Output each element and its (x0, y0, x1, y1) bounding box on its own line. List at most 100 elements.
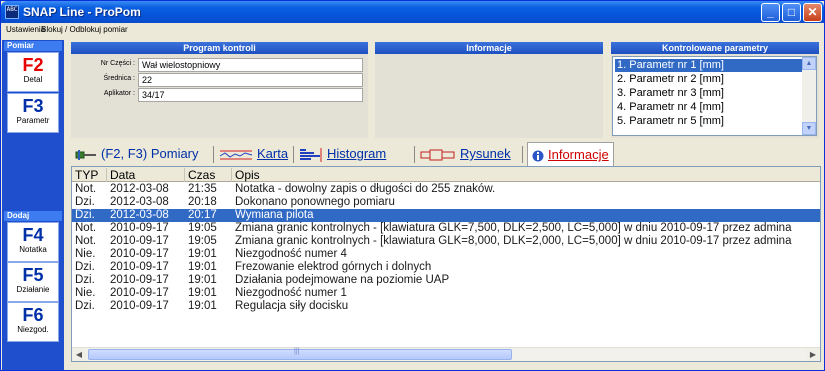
cell-opis: Wymiana pilota (235, 209, 314, 221)
title-bar[interactable]: ABC SNAP Line - ProPom _ □ ✕ (1, 1, 824, 23)
tab-histogram[interactable]: Histogram (299, 142, 386, 166)
tab-divider (293, 146, 294, 163)
table-header: TYP Data Czas Opis (72, 167, 820, 182)
params-scrollbar[interactable]: ▲ ▼ (802, 57, 816, 135)
f4-notatka-button[interactable]: F4 Notatka (7, 222, 59, 262)
cell-typ: Nie. (75, 248, 96, 260)
cell-data: 2012-03-08 (110, 196, 169, 208)
close-button[interactable]: ✕ (803, 3, 822, 22)
scroll-grip: ||| (294, 348, 300, 355)
scrollbar-thumb[interactable]: ||| (88, 348, 512, 360)
tab-informacje[interactable]: Informacje (527, 142, 614, 166)
cell-data: 2010-09-17 (110, 248, 169, 260)
scroll-down-icon[interactable]: ▼ (802, 122, 816, 135)
minimize-button[interactable]: _ (761, 3, 780, 22)
cell-typ: Dzi. (75, 261, 95, 273)
histogram-icon (300, 147, 322, 162)
tab-pomiary[interactable]: (F2, F3) Pomiary (75, 142, 199, 166)
column-header-czas[interactable]: Czas (185, 168, 232, 182)
f2-caption: Detal (23, 75, 43, 84)
cell-typ: Dzi. (75, 274, 95, 286)
column-header-typ[interactable]: TYP (72, 168, 107, 182)
params-listbox[interactable]: 1. Parametr nr 1 [mm] 2. Parametr nr 2 [… (612, 56, 817, 136)
param-item[interactable]: 4. Parametr nr 4 [mm] (615, 101, 803, 114)
left-sidebar: Pomiar F2 Detal F3 Parametr Dodaj F4 Not… (2, 40, 64, 370)
cell-czas: 19:01 (188, 287, 217, 299)
field-nr-czesci: Nr Części : Wał wielostopniowy (71, 58, 368, 72)
table-row[interactable]: Not. 2012-03-08 21:35 Notatka - dowolny zap… (72, 183, 820, 196)
params-panel-title: Kontrolowane parametry (611, 42, 819, 54)
f6-key-label: F6 (22, 305, 44, 325)
param-item[interactable]: 2. Parametr nr 2 [mm] (615, 73, 803, 86)
tab-informacje-label: Informacje (548, 147, 609, 162)
cell-czas: 19:01 (188, 261, 217, 273)
table-row[interactable]: Not. 2010-09-17 19:05 Zmiana granic kontrol… (72, 235, 820, 248)
field-srednica: Średnica : 22 (71, 73, 368, 87)
f4-key-label: F4 (22, 225, 44, 245)
table-row[interactable]: Not. 2010-09-17 19:05 Zmiana granic kontrol… (72, 222, 820, 235)
srednica-input[interactable]: 22 (138, 73, 363, 87)
cell-czas: 19:01 (188, 248, 217, 260)
events-table: TYP Data Czas Opis Not. 2012-03-08 21:35 No… (71, 166, 821, 362)
table-row[interactable]: Dzi. 2012-03-08 20:17 Wymiana pilota (72, 209, 820, 222)
f2-detal-button[interactable]: F2 Detal (7, 52, 59, 92)
window-title: SNAP Line - ProPom (23, 5, 141, 19)
app-window: ABC SNAP Line - ProPom _ □ ✕ Ustawienia … (0, 0, 825, 371)
field-aplikator: Aplikator : 34/17 (71, 88, 368, 102)
cell-data: 2010-09-17 (110, 287, 169, 299)
horizontal-scrollbar[interactable]: ◀ ||| ▶ (72, 347, 820, 361)
param-item[interactable]: 1. Parametr nr 1 [mm] (615, 59, 803, 72)
table-row[interactable]: Dzi. 2012-03-08 20:18 Dokonano ponownego po… (72, 196, 820, 209)
cell-typ: Dzi. (75, 196, 95, 208)
cell-data: 2010-09-17 (110, 300, 169, 312)
control-chart-icon (219, 150, 253, 160)
srednica-label: Średnica : (103, 75, 135, 82)
scroll-right-icon[interactable]: ▶ (806, 348, 820, 361)
nr-czesci-input[interactable]: Wał wielostopniowy (138, 58, 363, 72)
cell-opis: Działania podejmowane na poziomie UAP (235, 274, 450, 286)
cell-typ: Not. (75, 222, 97, 234)
tab-divider (522, 146, 523, 163)
cell-data: 2012-03-08 (110, 183, 169, 195)
menu-ustawienia[interactable]: Ustawienia (6, 25, 45, 34)
aplikator-input[interactable]: 34/17 (138, 88, 363, 102)
param-item[interactable]: 5. Parametr nr 5 [mm] (615, 115, 803, 128)
sidebar-group-dodaj: Dodaj (4, 211, 62, 221)
maximize-button[interactable]: □ (782, 3, 801, 22)
info-panel-title: Informacje (375, 42, 603, 54)
cell-typ: Dzi. (75, 300, 95, 312)
cell-data: 2010-09-17 (110, 261, 169, 273)
cell-czas: 20:17 (188, 209, 217, 221)
tab-karta[interactable]: Karta (219, 142, 288, 166)
param-item[interactable]: 3. Parametr nr 3 [mm] (615, 87, 803, 100)
f6-niezgod-button[interactable]: F6 Niezgod. (7, 302, 59, 342)
cell-opis: Niezgodność numer 4 (235, 248, 347, 260)
table-row[interactable]: Dzi. 2010-09-17 19:01 Frezowanie elektrod g… (72, 261, 820, 274)
f4-caption: Notatka (19, 245, 47, 254)
cell-data: 2010-09-17 (110, 222, 169, 234)
table-row[interactable]: Nie. 2010-09-17 19:01 Niezgodność numer 1 (72, 287, 820, 300)
f5-caption: Działanie (16, 285, 50, 294)
table-row[interactable]: Nie. 2010-09-17 19:01 Niezgodność numer 4 (72, 248, 820, 261)
app-icon: ABC (5, 5, 19, 19)
f5-dzialanie-button[interactable]: F5 Działanie (7, 262, 59, 302)
info-panel: Informacje (375, 42, 603, 138)
scroll-left-icon[interactable]: ◀ (72, 348, 86, 361)
cell-typ: Dzi. (75, 209, 95, 221)
sidebar-group-pomiar: Pomiar (4, 41, 62, 51)
tab-rysunek[interactable]: Rysunek (420, 142, 511, 166)
f2-key-label: F2 (22, 55, 44, 75)
f3-key-label: F3 (22, 96, 44, 116)
caliper-icon (75, 149, 96, 160)
tab-divider (213, 146, 214, 163)
f3-parametr-button[interactable]: F3 Parametr (7, 93, 59, 133)
menu-blokuj[interactable]: Blokuj / Odblokuj pomiar (41, 25, 128, 34)
column-header-opis[interactable]: Opis (232, 168, 820, 182)
table-row[interactable]: Dzi. 2010-09-17 19:01 Regulacja siły docisk… (72, 300, 820, 313)
scroll-up-icon[interactable]: ▲ (802, 57, 816, 70)
column-header-data[interactable]: Data (107, 168, 185, 182)
cell-opis: Zmiana granic kontrolnych - [klawiatura … (235, 222, 792, 234)
tab-rysunek-label: Rysunek (460, 146, 511, 161)
cell-opis: Frezowanie elektrod górnych i dolnych (235, 261, 432, 273)
table-row[interactable]: Dzi. 2010-09-17 19:01 Działania podejmowane… (72, 274, 820, 287)
